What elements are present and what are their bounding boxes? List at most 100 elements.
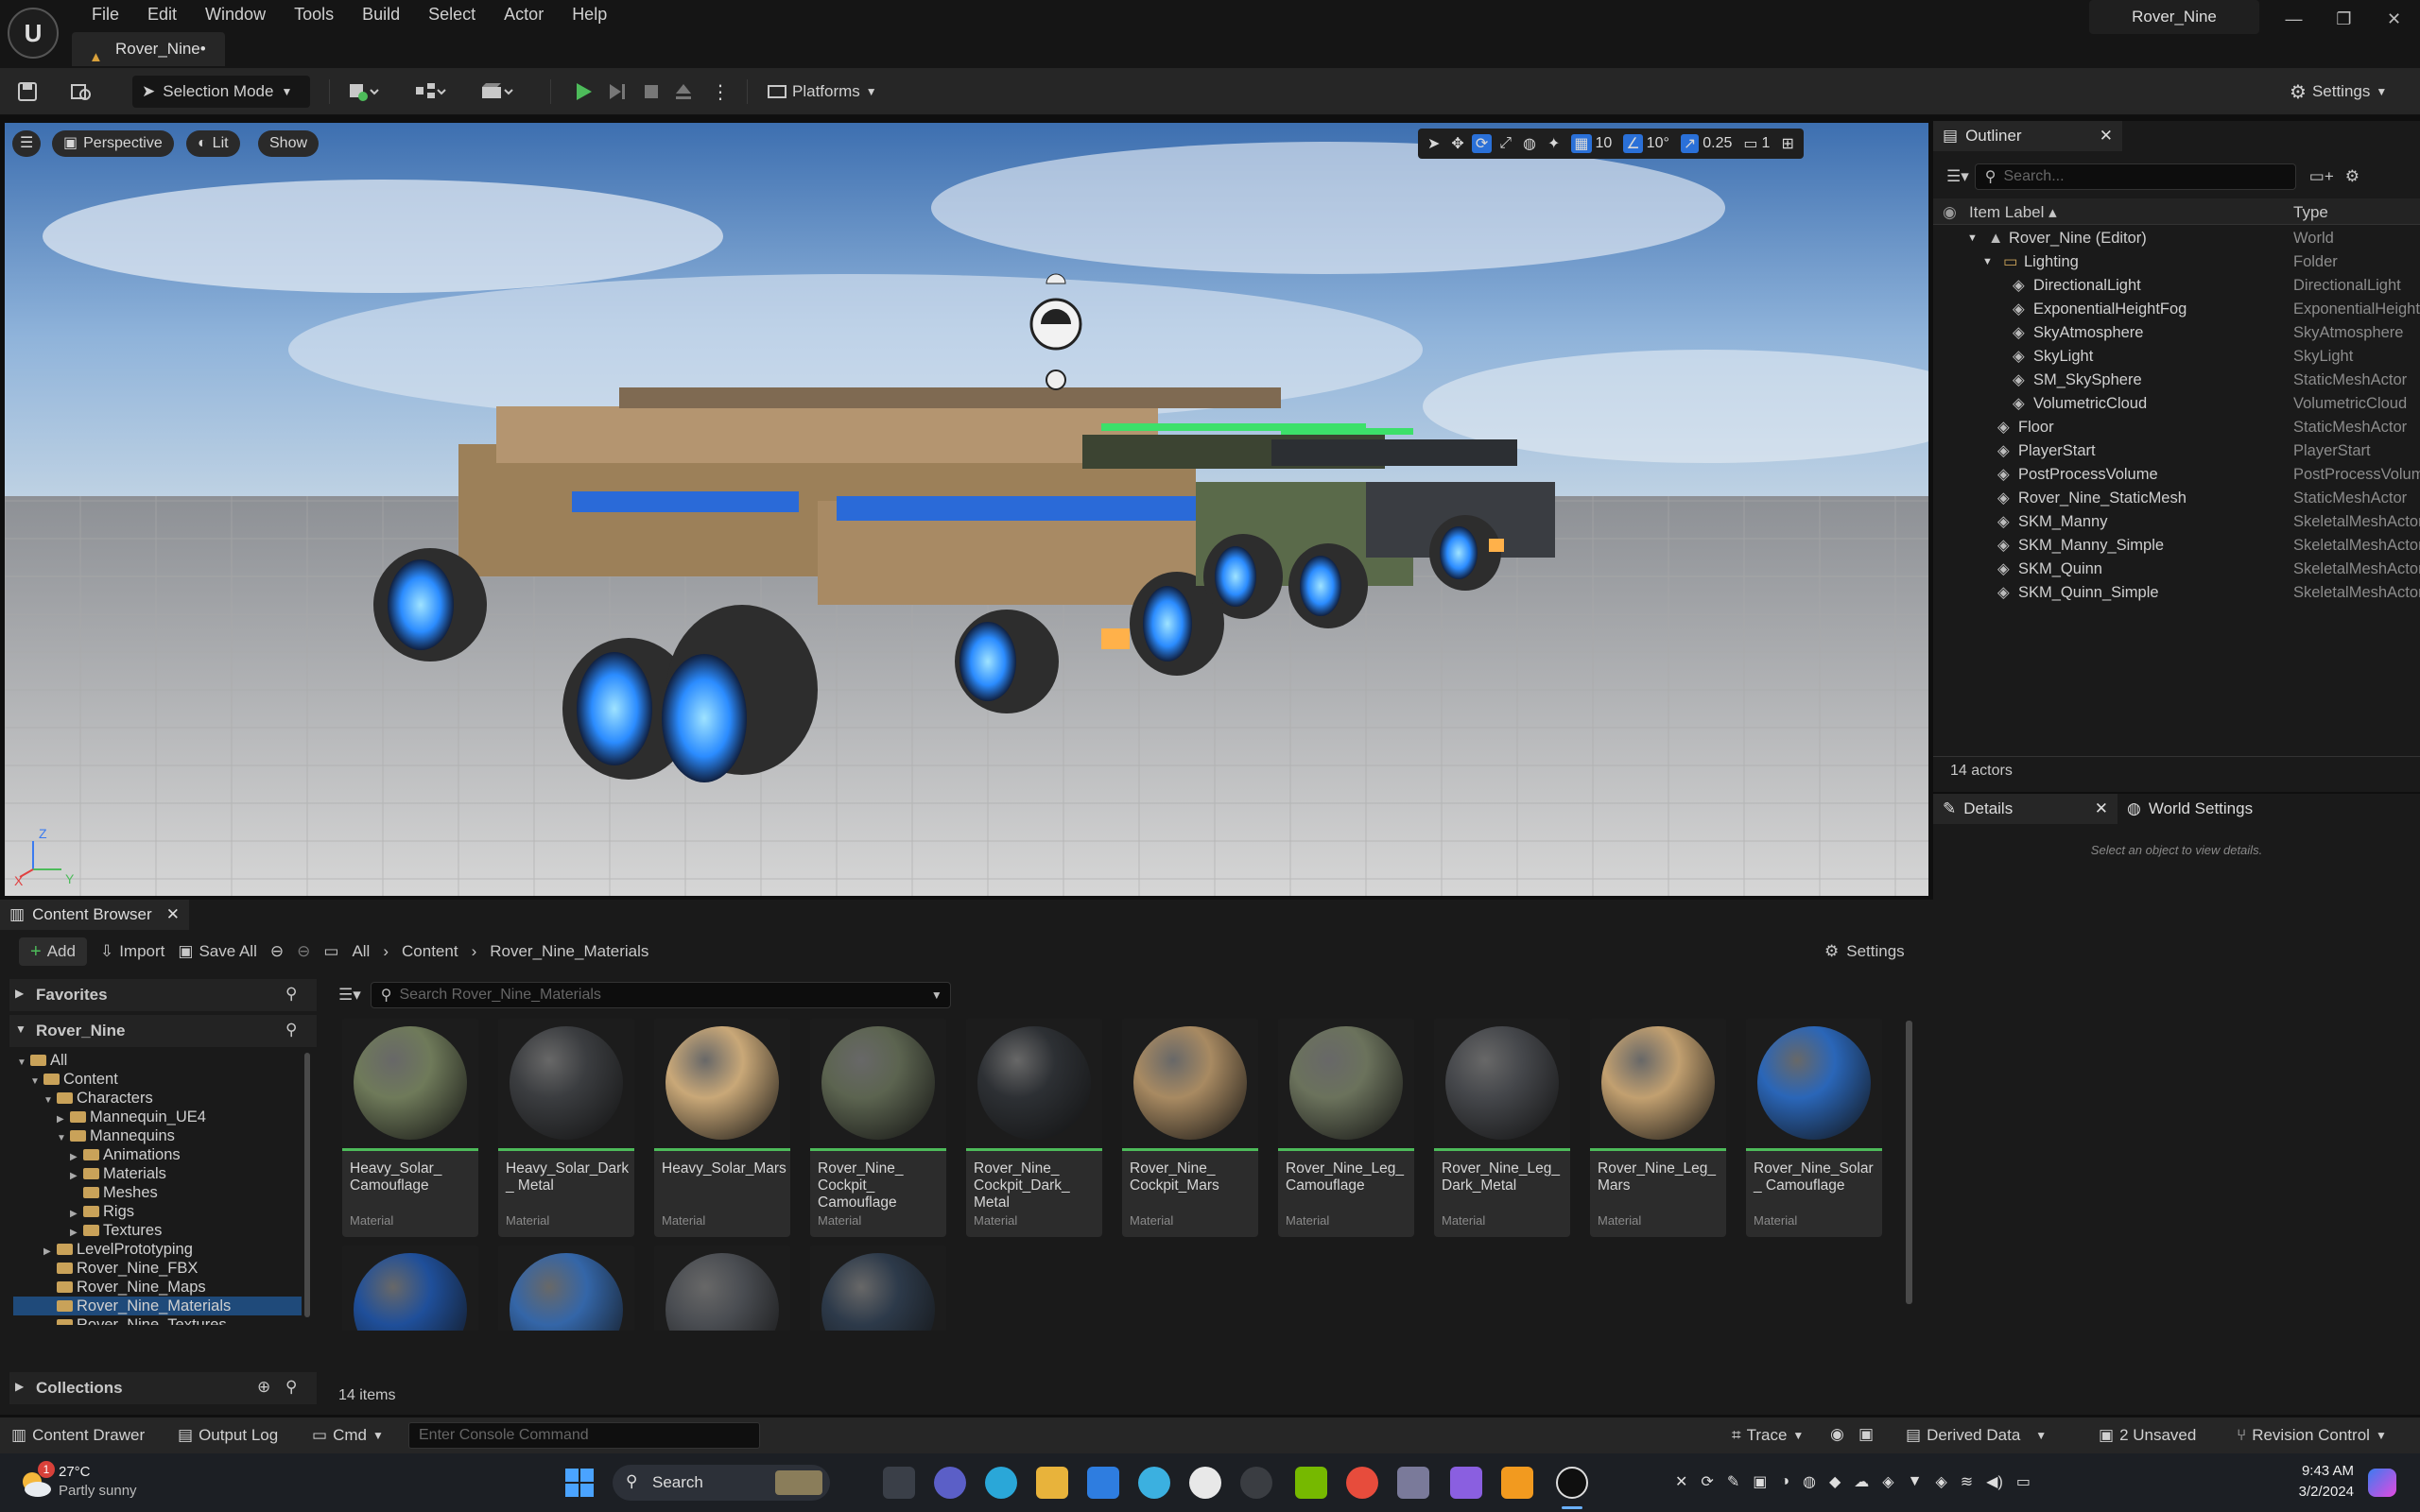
outliner-row[interactable]: ◈ SM_SkySphere StaticMeshActor bbox=[1933, 369, 2420, 392]
viewport-menu-icon[interactable]: ☰ bbox=[12, 130, 42, 157]
globe-app-icon[interactable] bbox=[1138, 1467, 1170, 1499]
dropbox-icon[interactable]: ◈ bbox=[1882, 1472, 1893, 1491]
col-type[interactable]: Type bbox=[2293, 203, 2328, 222]
menu-build[interactable]: Build bbox=[348, 0, 414, 28]
asset-tile[interactable] bbox=[342, 1246, 478, 1331]
outliner-search-input[interactable]: ⚲ Search... bbox=[1974, 163, 2296, 190]
outliner-row[interactable]: ◈ VolumetricCloud VolumetricCloud bbox=[1933, 392, 2420, 416]
outliner-row[interactable]: ◈ Floor StaticMeshActor bbox=[1933, 416, 2420, 439]
settings-dropdown[interactable]: ⚙ Settings ▼ bbox=[2290, 77, 2387, 106]
level-viewport[interactable]: ☰ ▣ Perspective ◐ Lit Show ➤ ✥ ⟳ ⤢ ◍ ✦ ▦… bbox=[5, 123, 1928, 896]
maximize-button[interactable]: ❐ bbox=[2319, 0, 2369, 38]
search-icon[interactable]: ⚲ bbox=[285, 1021, 297, 1040]
asset-grid-scrollbar[interactable] bbox=[1906, 1021, 1912, 1304]
folder-tree-item[interactable]: ▶ Animations bbox=[70, 1145, 181, 1164]
menu-window[interactable]: Window bbox=[191, 0, 280, 28]
add-collection-icon[interactable]: ⊕ bbox=[257, 1378, 270, 1397]
chrome-icon[interactable] bbox=[1346, 1467, 1378, 1499]
nvidia-tray-icon[interactable]: ▣ bbox=[1753, 1472, 1767, 1491]
asset-tile[interactable]: Rover_Nine_Leg_ Mars Material bbox=[1590, 1019, 1726, 1237]
save-all-button[interactable]: ▣ Save All bbox=[178, 942, 257, 961]
outliner-row[interactable]: ◈ DirectionalLight DirectionalLight bbox=[1933, 274, 2420, 298]
menu-help[interactable]: Help bbox=[558, 0, 621, 28]
filter-icon[interactable]: ☰▾ bbox=[338, 986, 361, 1005]
folder-tree-item[interactable]: ▼ Content bbox=[30, 1070, 118, 1089]
unsaved-button[interactable]: ▣ 2 Unsaved bbox=[2099, 1426, 2196, 1445]
unreal-engine-taskbar-icon[interactable] bbox=[1556, 1467, 1588, 1499]
import-button[interactable]: ⇩ Import bbox=[100, 942, 164, 961]
asset-tile[interactable]: Heavy_Solar_Dark_ Metal Material bbox=[498, 1019, 634, 1237]
cinematics-icon[interactable] bbox=[480, 77, 514, 106]
outliner-row[interactable]: ◈ SKM_Quinn SkeletalMeshActor bbox=[1933, 558, 2420, 581]
breadcrumb-content[interactable]: Content bbox=[402, 942, 458, 961]
close-icon[interactable]: ✕ bbox=[2095, 799, 2108, 818]
scale-snap-toggle[interactable]: ↗ 0.25 bbox=[1677, 134, 1737, 153]
volume-icon[interactable]: ◀) bbox=[1986, 1472, 2003, 1491]
folder-tree-item[interactable]: ▶ Textures bbox=[70, 1221, 162, 1240]
scale-tool-icon[interactable]: ⤢ bbox=[1495, 135, 1515, 152]
breadcrumb-all[interactable]: All bbox=[352, 942, 370, 961]
favorites-header[interactable]: ▶ Favorites ⚲ bbox=[9, 979, 317, 1011]
outliner-row[interactable]: ◈ SKM_Manny_Simple SkeletalMeshActor bbox=[1933, 534, 2420, 558]
taskbar-search[interactable]: ⚲ Search bbox=[613, 1465, 830, 1501]
windows-start-icon[interactable] bbox=[563, 1467, 596, 1499]
back-arrow-icon[interactable]: ⊖ bbox=[270, 942, 284, 961]
wifi-icon[interactable]: ≋ bbox=[1961, 1472, 1973, 1491]
output-log-button[interactable]: ▤ Output Log bbox=[178, 1426, 278, 1445]
translate-tool-icon[interactable]: ✥ bbox=[1447, 134, 1467, 153]
folder-tree-item[interactable]: ▼ Mannequins bbox=[57, 1126, 175, 1145]
rotation-snap-toggle[interactable]: ∠ 10° bbox=[1619, 134, 1673, 153]
copilot-icon[interactable] bbox=[2368, 1469, 2396, 1497]
outliner-row[interactable]: ◈ PostProcessVolume PostProcessVolume bbox=[1933, 463, 2420, 487]
asset-tile[interactable] bbox=[810, 1246, 946, 1331]
forward-arrow-icon[interactable]: ⊖ bbox=[297, 942, 310, 961]
menu-tools[interactable]: Tools bbox=[280, 0, 348, 28]
filter-icon[interactable]: ☰▾ bbox=[1946, 167, 1969, 186]
folder-tree-scrollbar[interactable] bbox=[304, 1053, 310, 1317]
outliner-row[interactable]: ◈ Rover_Nine_StaticMesh StaticMeshActor bbox=[1933, 487, 2420, 510]
save-icon[interactable] bbox=[17, 77, 38, 106]
asset-tile[interactable] bbox=[654, 1246, 790, 1331]
dark-app-icon[interactable] bbox=[1240, 1467, 1272, 1499]
asset-tile[interactable]: Heavy_Solar_ Camouflage Material bbox=[342, 1019, 478, 1237]
camera-speed-toggle[interactable]: ▭ 1 bbox=[1739, 134, 1773, 153]
defender-icon[interactable]: ◈ bbox=[1935, 1472, 1946, 1491]
cmd-dropdown[interactable]: ▭ Cmd ▼ bbox=[312, 1426, 384, 1445]
sublime-icon[interactable] bbox=[1501, 1467, 1533, 1499]
world-space-icon[interactable]: ◍ bbox=[1519, 134, 1540, 153]
record-icon[interactable]: ◉ bbox=[1830, 1425, 1844, 1444]
asset-tile[interactable]: Rover_Nine_Leg_ Dark_Metal Material bbox=[1434, 1019, 1570, 1237]
stop-button[interactable] bbox=[641, 77, 662, 106]
outliner-row[interactable]: ◈ SKM_Quinn_Simple SkeletalMeshActor bbox=[1933, 581, 2420, 605]
screenshot-icon[interactable]: ▣ bbox=[1858, 1425, 1874, 1444]
outliner-row[interactable]: ◈ ExponentialHeightFog ExponentialHeightFo… bbox=[1933, 298, 2420, 321]
console-input[interactable]: Enter Console Command bbox=[408, 1422, 760, 1449]
asset-tile[interactable]: Rover_Nine_ Cockpit_Dark_ Metal Material bbox=[966, 1019, 1102, 1237]
folder-tree-item[interactable]: ▼ All bbox=[17, 1051, 67, 1070]
level-document-tab[interactable]: ▲ Rover_Nine• bbox=[72, 32, 225, 66]
folder-tree-item[interactable]: Rover_Nine_FBX bbox=[43, 1259, 198, 1278]
chevron-down-icon[interactable]: ▼ bbox=[30, 1073, 43, 1091]
lit-button[interactable]: ◐ Lit bbox=[186, 130, 240, 157]
chevron-down-icon[interactable]: ▼ bbox=[1982, 250, 1993, 274]
breadcrumb-current[interactable]: Rover_Nine_Materials bbox=[490, 942, 648, 961]
asset-search-input[interactable]: ⚲ Search Rover_Nine_Materials ▼ bbox=[370, 982, 951, 1008]
col-item-label[interactable]: Item Label ▴ bbox=[1969, 203, 2057, 222]
minimize-button[interactable]: — bbox=[2269, 0, 2319, 38]
chevron-down-icon[interactable]: ▼ bbox=[1967, 227, 1978, 250]
edge-browser-icon[interactable] bbox=[985, 1467, 1017, 1499]
show-button[interactable]: Show bbox=[258, 130, 320, 157]
derived-data-dropdown[interactable]: ▤ Derived Data ▼ bbox=[1906, 1426, 2047, 1445]
task-view-icon[interactable] bbox=[883, 1467, 915, 1499]
asset-tile[interactable]: Rover_Nine_ Cockpit_Mars Material bbox=[1122, 1019, 1258, 1237]
add-actor-icon[interactable] bbox=[348, 77, 380, 106]
alien-app-icon[interactable] bbox=[1189, 1467, 1221, 1499]
outliner-row[interactable]: ◈ SkyAtmosphere SkyAtmosphere bbox=[1933, 321, 2420, 345]
folder-tree-item[interactable]: Rover_Nine_Materials bbox=[13, 1297, 302, 1315]
viewport-layout-icon[interactable]: ⊞ bbox=[1777, 134, 1797, 153]
menu-file[interactable]: File bbox=[78, 0, 133, 28]
revision-control-dropdown[interactable]: ⑂ Revision Control ▼ bbox=[2237, 1426, 2387, 1445]
weather-widget[interactable]: 1 bbox=[17, 1461, 55, 1503]
folder-tree-item[interactable]: ▼ Characters bbox=[43, 1089, 153, 1108]
folder-tree-item[interactable]: ▶ LevelPrototyping bbox=[43, 1240, 193, 1259]
